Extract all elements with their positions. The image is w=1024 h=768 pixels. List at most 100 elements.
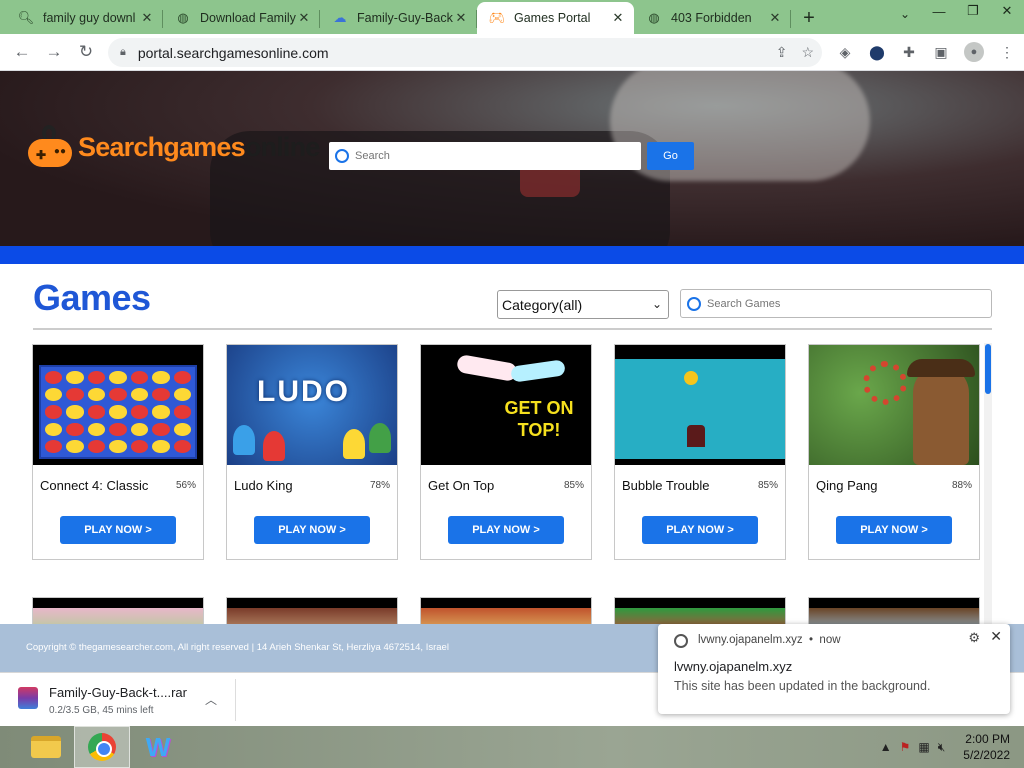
- menu-dots-icon[interactable]: ⋮: [998, 40, 1016, 64]
- globe-icon: [674, 634, 688, 648]
- game-card-partial[interactable]: [420, 597, 592, 624]
- play-now-button[interactable]: PLAY NOW >: [836, 516, 952, 544]
- category-select[interactable]: Category(all) ⌄: [497, 290, 669, 319]
- chevron-down-icon[interactable]: ⌄: [900, 7, 910, 21]
- network-icon[interactable]: ▦: [918, 740, 929, 754]
- play-now-button[interactable]: PLAY NOW >: [642, 516, 758, 544]
- chrome-icon: [88, 733, 116, 761]
- address-bar[interactable]: 🔒︎ portal.searchgamesonline.com ⇪ ☆: [108, 38, 822, 67]
- close-tab-icon[interactable]: ✕: [139, 10, 155, 26]
- game-card-qing-pang[interactable]: Qing Pang 88% PLAY NOW >: [808, 344, 980, 560]
- close-window-button[interactable]: ✕: [990, 0, 1024, 22]
- game-card-partial[interactable]: [32, 597, 204, 624]
- play-now-button[interactable]: PLAY NOW >: [254, 516, 370, 544]
- close-tab-icon[interactable]: ✕: [296, 10, 312, 26]
- divider: [33, 328, 992, 330]
- game-card-connect4[interactable]: Connect 4: Classic 56% PLAY NOW >: [32, 344, 204, 560]
- game-thumbnail[interactable]: LUDO: [227, 345, 397, 465]
- gear-icon[interactable]: ⚙: [968, 630, 980, 646]
- board-disc: [45, 371, 63, 385]
- go-button[interactable]: Go: [647, 142, 694, 170]
- game-card-ludo-king[interactable]: LUDO Ludo King 78% PLAY NOW >: [226, 344, 398, 560]
- close-tab-icon[interactable]: ✕: [610, 10, 626, 26]
- game-rating: 78%: [369, 480, 390, 491]
- search-icon: [335, 149, 349, 163]
- game-card-get-on-top[interactable]: GET ON TOP! Get On Top 85% PLAY NOW >: [420, 344, 592, 560]
- game-name[interactable]: Qing Pang: [816, 478, 877, 493]
- game-name[interactable]: Get On Top: [428, 478, 494, 493]
- game-card-partial[interactable]: [808, 597, 980, 624]
- game-thumbnail[interactable]: [615, 345, 785, 465]
- lock-icon[interactable]: 🔒︎: [120, 46, 126, 59]
- tab-games-portal[interactable]: 🎮︎ Games Portal ✕: [477, 2, 634, 34]
- board-disc: [109, 422, 127, 436]
- game-name[interactable]: Ludo King: [234, 478, 293, 493]
- close-icon[interactable]: ✕: [990, 628, 1002, 645]
- page-title: Games: [33, 277, 151, 318]
- chrome-taskbar-button[interactable]: [74, 726, 130, 768]
- app-taskbar-button[interactable]: W: [130, 726, 186, 768]
- minimize-button[interactable]: —: [922, 0, 956, 22]
- download-item[interactable]: Family-Guy-Back-t....rar 0.2/3.5 GB, 45 …: [12, 679, 236, 721]
- file-explorer-taskbar-button[interactable]: [18, 726, 74, 768]
- board-disc: [173, 405, 191, 419]
- games-search-box: [680, 289, 992, 318]
- board-disc: [152, 405, 170, 419]
- profile-avatar-icon[interactable]: ●: [964, 42, 984, 62]
- board-disc: [173, 371, 191, 385]
- side-panel-icon[interactable]: ▣: [932, 40, 950, 64]
- bookmark-star-icon[interactable]: ☆: [801, 44, 814, 61]
- games-search-input[interactable]: [707, 297, 987, 310]
- play-now-button[interactable]: PLAY NOW >: [448, 516, 564, 544]
- extensions-puzzle-icon[interactable]: ✚: [900, 40, 918, 64]
- extension-shield-icon[interactable]: ⬤: [868, 40, 886, 64]
- board-disc: [152, 388, 170, 402]
- restore-button[interactable]: ❐: [956, 0, 990, 22]
- back-button[interactable]: ←: [6, 36, 38, 68]
- hero-divider-bar: [0, 246, 1024, 264]
- chevron-up-icon[interactable]: ︿: [205, 691, 217, 708]
- board-disc: [66, 371, 84, 385]
- board-disc: [152, 371, 170, 385]
- close-tab-icon[interactable]: ✕: [453, 10, 469, 26]
- notification-origin: lvwny.ojapanelm.xyz • now: [698, 634, 841, 646]
- new-tab-button[interactable]: +: [795, 4, 823, 32]
- action-center-flag-icon[interactable]: ⚑: [900, 740, 911, 754]
- tab-family-guy-search[interactable]: 🔍︎ family guy downl ✕: [6, 2, 163, 34]
- site-logo[interactable]: ✚ ●● Searchgamesonline: [28, 125, 320, 169]
- game-name[interactable]: Connect 4: Classic: [40, 478, 148, 493]
- browser-toolbar: ← → ↻ 🔒︎ portal.searchgamesonline.com ⇪ …: [0, 34, 1024, 71]
- share-icon[interactable]: ⇪: [776, 44, 788, 61]
- window-controls: — ❐ ✕: [922, 0, 1024, 22]
- tab-download-family[interactable]: ◍ Download Family ✕: [163, 2, 320, 34]
- system-clock[interactable]: 2:00 PM 5/2/2022: [963, 731, 1010, 763]
- game-thumbnail[interactable]: GET ON TOP!: [421, 345, 591, 465]
- show-hidden-icons-icon[interactable]: ▲: [880, 740, 892, 754]
- reload-button[interactable]: ↻: [70, 36, 102, 68]
- search-icon: 🔍︎: [17, 10, 35, 25]
- tab-family-guy-back[interactable]: ☁ Family-Guy-Back ✕: [320, 2, 477, 34]
- volume-muted-icon[interactable]: 🔇︎: [938, 740, 946, 755]
- folder-icon: [31, 736, 61, 758]
- extension-diamond-icon[interactable]: ◈: [836, 40, 854, 64]
- tab-title: Family-Guy-Back: [357, 11, 453, 25]
- close-tab-icon[interactable]: ✕: [767, 10, 783, 26]
- taskbar: W ▲ ⚑ ▦ 🔇︎ 2:00 PM 5/2/2022: [0, 726, 1024, 768]
- game-thumbnail[interactable]: [33, 345, 203, 465]
- hero-search-input[interactable]: [355, 150, 625, 162]
- board-disc: [109, 405, 127, 419]
- notification-popup[interactable]: lvwny.ojapanelm.xyz • now ⚙ ✕ lvwny.ojap…: [658, 624, 1010, 714]
- logo-text: Searchgamesonline: [78, 131, 320, 162]
- scrollbar-thumb[interactable]: [985, 344, 991, 394]
- game-card-bubble-trouble[interactable]: Bubble Trouble 85% PLAY NOW >: [614, 344, 786, 560]
- game-name[interactable]: Bubble Trouble: [622, 478, 709, 493]
- play-now-button[interactable]: PLAY NOW >: [60, 516, 176, 544]
- board-disc: [87, 439, 106, 453]
- forward-button[interactable]: →: [38, 36, 70, 68]
- game-card-partial[interactable]: [614, 597, 786, 624]
- board-disc: [109, 371, 127, 385]
- tab-403-forbidden[interactable]: ◍ 403 Forbidden ✕: [634, 2, 791, 34]
- game-card-partial[interactable]: [226, 597, 398, 624]
- game-thumbnail[interactable]: [809, 345, 979, 465]
- board-disc: [66, 405, 84, 419]
